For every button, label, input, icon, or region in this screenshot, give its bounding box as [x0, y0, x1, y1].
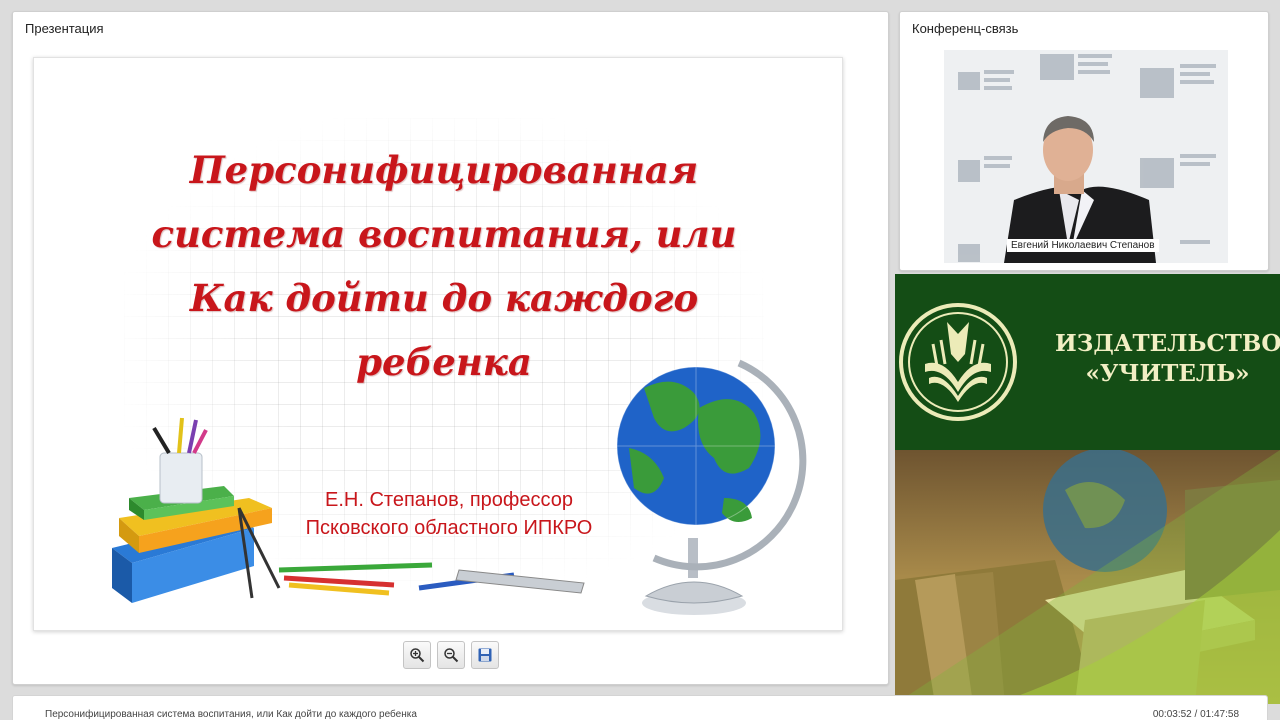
slide-author-line: Псковского областного ИПКРО: [305, 517, 593, 539]
books-and-globe-image: [895, 448, 1280, 704]
presentation-slide: Персонифицированная система воспитания, …: [33, 57, 843, 631]
slide-title: Персонифицированная система воспитания, …: [34, 138, 842, 394]
presentation-title-label: Персонифицированная система воспитания, …: [45, 709, 417, 720]
zoom-out-icon: [444, 648, 459, 663]
slide-toolbar: [403, 641, 499, 669]
speaker-name-label: Евгений Николаевич Степанов: [1007, 239, 1159, 252]
save-icon: [478, 648, 492, 662]
publisher-name-line: «УЧИТЕЛЬ»: [1085, 360, 1250, 387]
save-button[interactable]: [471, 641, 499, 669]
slide-title-line: система воспитания, или: [151, 212, 737, 256]
zoom-in-icon: [410, 648, 425, 663]
presentation-panel: Презентация Персонифицированная система …: [12, 11, 889, 685]
slide-title-line: Персонифицированная: [189, 148, 699, 192]
slide-author: Е.Н. Степанов, профессор Псковского обла…: [279, 486, 619, 542]
slide-title-line: Как дойти до каждого: [189, 276, 699, 320]
slide-title-line: ребенка: [356, 340, 532, 384]
publisher-banner-header: ИЗДАТЕЛЬСТВО «УЧИТЕЛЬ»: [895, 274, 1280, 450]
publisher-banner-image: [895, 448, 1280, 704]
publisher-name: ИЗДАТЕЛЬСТВО «УЧИТЕЛЬ»: [1055, 329, 1280, 389]
slide-author-line: Е.Н. Степанов, профессор: [325, 489, 573, 511]
video-feed[interactable]: Евгений Николаевич Степанов: [944, 50, 1228, 263]
publisher-name-line: ИЗДАТЕЛЬСТВО: [1055, 330, 1280, 357]
playback-time-label: 00:03:52 / 01:47:58: [1152, 709, 1239, 720]
publisher-logo-icon: [899, 303, 1017, 421]
conference-panel: Конференц-связь Евгений Николаевич Степа…: [899, 11, 1269, 271]
conference-panel-title: Конференц-связь: [912, 21, 1019, 36]
globe-icon: [616, 359, 807, 615]
status-footer: Персонифицированная система воспитания, …: [12, 695, 1268, 720]
pencil-cup-icon: [152, 417, 208, 504]
publisher-banner[interactable]: ИЗДАТЕЛЬСТВО «УЧИТЕЛЬ»: [895, 274, 1280, 704]
presentation-panel-title: Презентация: [25, 21, 104, 36]
zoom-in-button[interactable]: [403, 641, 431, 669]
speaker-video-image: [944, 50, 1228, 263]
ruler-icon: [455, 569, 585, 594]
zoom-out-button[interactable]: [437, 641, 465, 669]
books-icon: [112, 486, 272, 603]
